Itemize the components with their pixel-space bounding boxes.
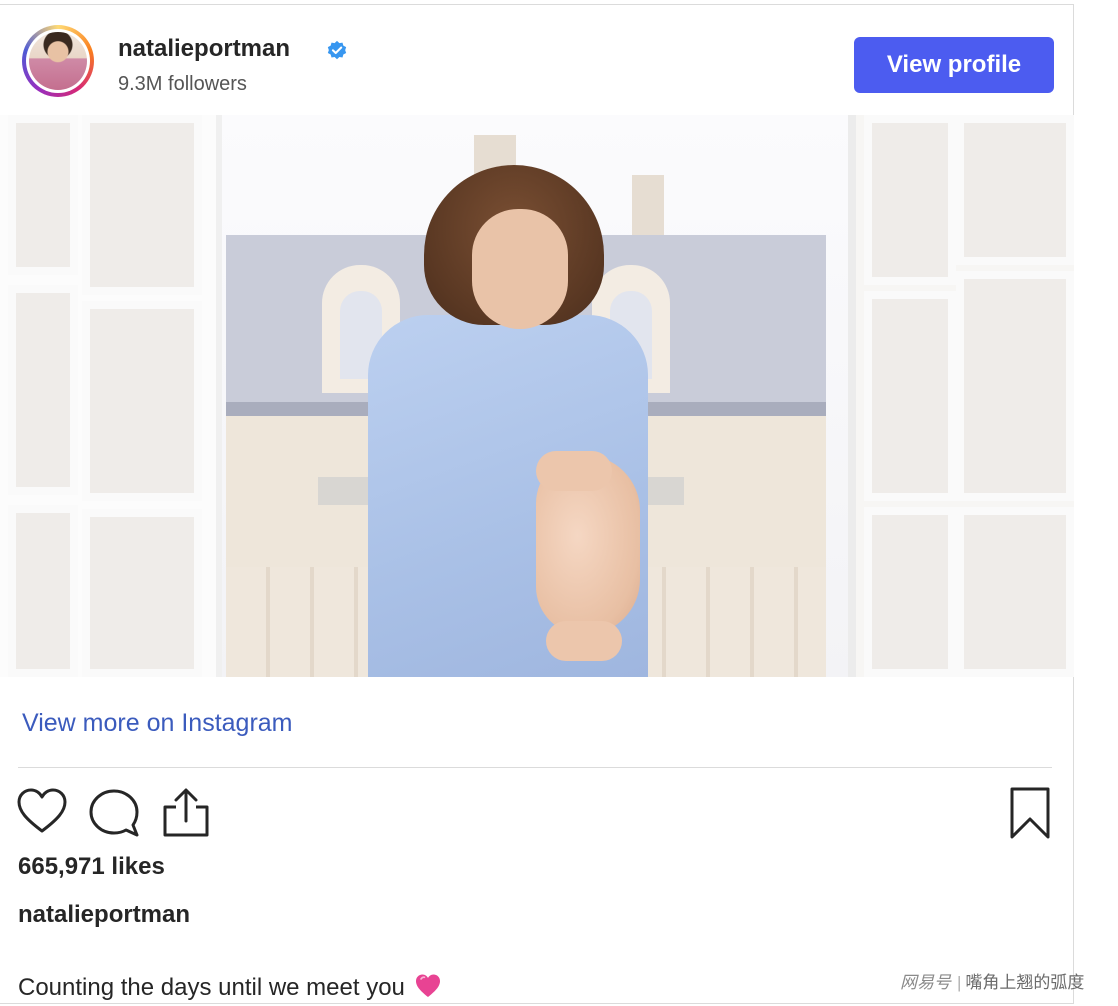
window-pane [8, 115, 78, 275]
photo-window-left [0, 115, 222, 677]
window-pane [956, 271, 1074, 501]
window-pane [82, 509, 202, 677]
view-profile-button[interactable]: View profile [854, 37, 1054, 93]
follower-count: 9.3M followers [118, 73, 247, 95]
photo-hand [546, 621, 622, 661]
window-pane [8, 505, 78, 677]
photo-subject [360, 165, 660, 677]
heart-icon[interactable] [16, 785, 68, 841]
photo-window-right [848, 115, 1074, 677]
watermark-author: 嘴角上翘的弧度 [965, 973, 1085, 992]
verified-badge-icon [326, 40, 348, 62]
window-pane [8, 285, 78, 495]
window-pane [956, 115, 1074, 265]
watermark-separator: | [957, 973, 962, 992]
window-pane [956, 507, 1074, 677]
instagram-embed-card: natalieportman 9.3M followers View profi… [0, 4, 1074, 1004]
pink-heart-icon [415, 973, 441, 999]
caption-text-row: Counting the days until we meet you [18, 973, 441, 1002]
watermark: 网易号 | 嘴角上翘的弧度 [900, 968, 1084, 993]
photo-face [472, 209, 568, 329]
caption-username[interactable]: natalieportman [18, 901, 190, 929]
likes-count: 665,971 likes [18, 853, 165, 880]
window-pane [82, 115, 202, 295]
divider [18, 767, 1052, 768]
profile-username[interactable]: natalieportman [118, 35, 290, 63]
window-pane [864, 291, 956, 501]
window-pane [864, 507, 956, 677]
avatar[interactable] [22, 25, 94, 97]
post-header: natalieportman 9.3M followers View profi… [0, 5, 1074, 115]
view-more-on-instagram-link[interactable]: View more on Instagram [22, 709, 293, 738]
avatar-photo [29, 32, 87, 90]
window-pane [82, 301, 202, 501]
caption-text: Counting the days until we meet you [18, 974, 405, 1001]
watermark-brand: 网易号 [900, 973, 951, 992]
bookmark-icon[interactable] [1004, 785, 1056, 841]
avatar-image [26, 29, 90, 93]
post-image[interactable] [0, 115, 1074, 677]
window-pane [864, 115, 956, 285]
share-icon[interactable] [160, 785, 212, 841]
photo-hand [536, 451, 612, 491]
comment-icon[interactable] [88, 785, 140, 841]
